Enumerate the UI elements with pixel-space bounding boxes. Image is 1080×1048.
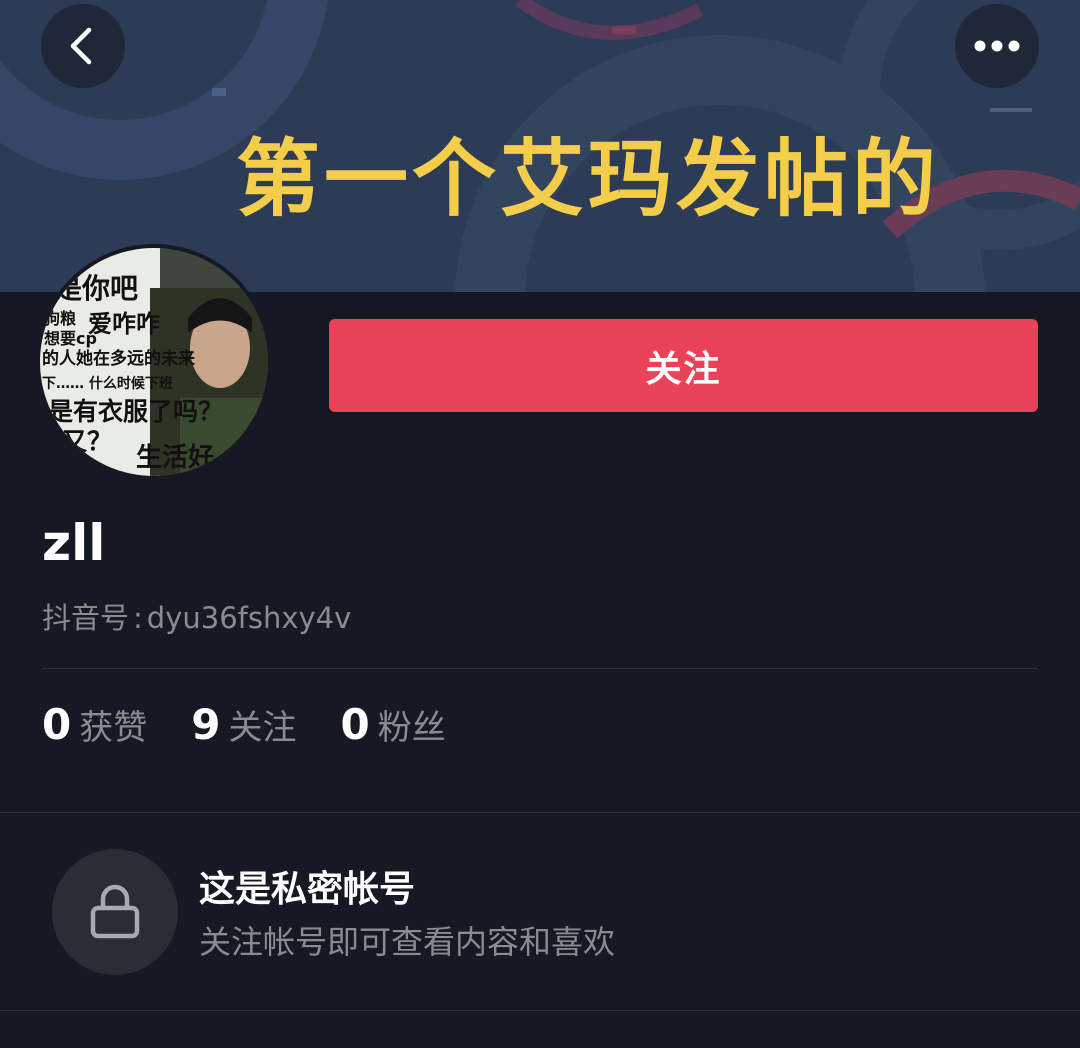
avatar-text-line: 下…… 什么时候下班: [42, 375, 173, 392]
lock-badge: [52, 849, 178, 975]
stat-value: 9: [191, 700, 221, 749]
stats-row: 0 获赞 9 关注 0 粉丝: [42, 700, 490, 756]
stat-label: 关注: [228, 708, 297, 748]
banner-title: 第一个艾玛发帖的: [235, 130, 940, 228]
divider: [0, 1010, 1080, 1011]
more-horizontal-icon: [974, 40, 1020, 52]
chevron-left-icon: [70, 27, 92, 65]
nickname: zll: [42, 514, 106, 572]
back-button[interactable]: [41, 4, 125, 88]
douyin-id-label: 抖音号: [42, 601, 130, 635]
stat-value: 0: [340, 700, 370, 749]
stat-label: 获赞: [79, 708, 148, 748]
follow-button[interactable]: 关注: [329, 319, 1038, 412]
douyin-id-colon: :: [133, 601, 143, 635]
private-account-title: 这是私密帐号: [199, 869, 416, 910]
divider: [42, 668, 1038, 669]
divider: [0, 812, 1080, 813]
avatar-text-line: 是有衣服了吗？: [48, 397, 223, 426]
avatar-image: 是你吧 狗粮 爱咋咋 想要cp 的人她在多远的未来 下…… 什么时候下班 是有衣…: [40, 248, 268, 476]
private-account-subtitle: 关注帐号即可查看内容和喜欢: [199, 923, 616, 961]
douyin-id[interactable]: 抖音号: dyu36fshxy4v: [42, 595, 351, 637]
avatar-text-line: 生活好: [136, 443, 214, 473]
avatar-text-line: 又？: [62, 427, 112, 456]
avatar-text-line: 狗粮: [44, 309, 76, 328]
lock-icon: [90, 884, 140, 939]
stat-followers[interactable]: 0 粉丝: [340, 700, 445, 749]
stat-likes[interactable]: 0 获赞: [42, 700, 147, 749]
more-button[interactable]: [955, 4, 1039, 88]
douyin-id-value: dyu36fshxy4v: [146, 601, 352, 635]
stat-label: 粉丝: [377, 708, 446, 748]
avatar-text-line: 爱咋咋: [88, 310, 160, 338]
stat-value: 0: [42, 700, 72, 749]
avatar-text-line: 的人她在多远的未来: [42, 348, 196, 369]
stat-following[interactable]: 9 关注: [191, 700, 296, 749]
avatar-text-line: 想要cp: [43, 329, 97, 348]
avatar[interactable]: 是你吧 狗粮 爱咋咋 想要cp 的人她在多远的未来 下…… 什么时候下班 是有衣…: [40, 248, 268, 476]
